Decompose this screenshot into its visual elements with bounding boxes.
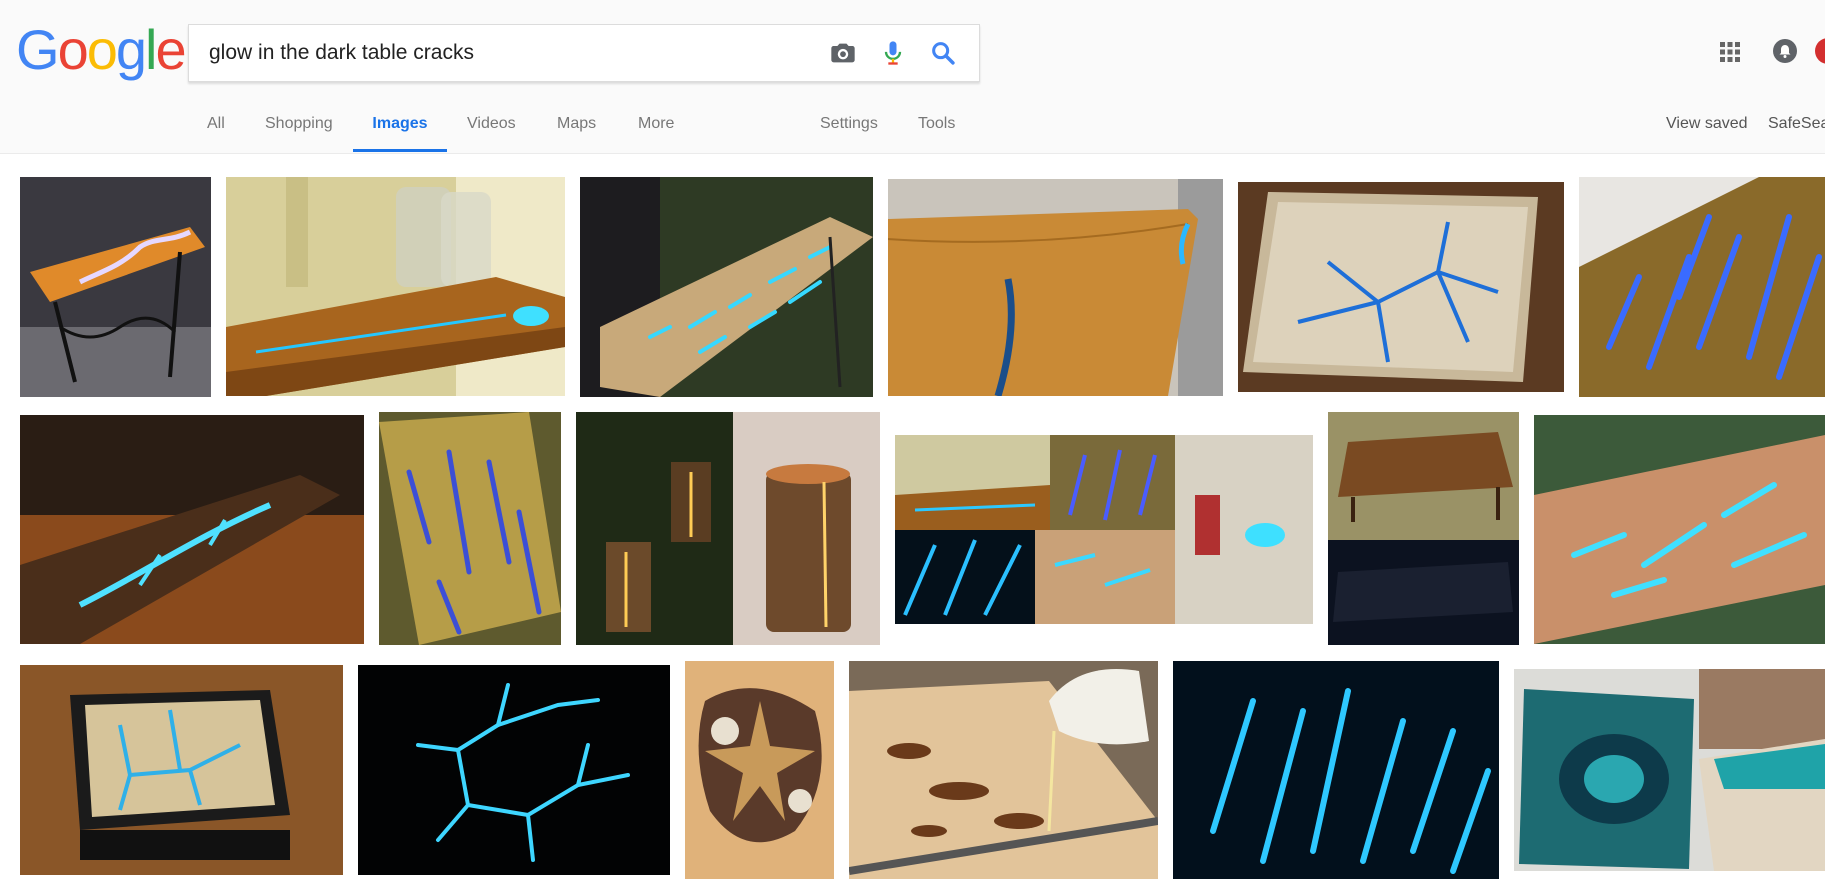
tab-images[interactable]: Images — [353, 112, 447, 152]
camera-icon[interactable] — [829, 39, 857, 67]
tab-maps[interactable]: Maps — [557, 112, 596, 152]
image-result[interactable] — [849, 661, 1158, 879]
image-result[interactable] — [888, 179, 1223, 396]
image-result[interactable] — [20, 177, 211, 397]
tab-shopping[interactable]: Shopping — [265, 112, 333, 152]
image-result[interactable] — [358, 665, 670, 875]
tab-all[interactable]: All — [207, 112, 225, 152]
image-result[interactable] — [379, 412, 561, 645]
image-result[interactable] — [20, 415, 364, 644]
bell-icon[interactable] — [1772, 38, 1798, 64]
logo-letter: o — [86, 18, 118, 81]
tab-videos[interactable]: Videos — [467, 112, 516, 152]
header-bar: Google All Shopping Images Videos Maps M… — [0, 0, 1825, 154]
logo-letter: g — [115, 18, 147, 81]
tab-tools[interactable]: Tools — [918, 112, 955, 152]
search-tabs: All Shopping Images Videos Maps More Set… — [0, 112, 1825, 152]
logo-letter: e — [155, 18, 186, 81]
image-result[interactable] — [1534, 415, 1825, 644]
image-result[interactable] — [20, 665, 343, 875]
view-saved-link[interactable]: View saved — [1666, 112, 1748, 152]
logo-letter: l — [145, 18, 158, 81]
search-box — [188, 24, 980, 82]
image-result[interactable] — [226, 177, 565, 396]
image-result[interactable] — [1238, 182, 1564, 392]
safesearch-link[interactable]: SafeSea — [1768, 112, 1825, 152]
apps-grid-icon[interactable] — [1718, 40, 1742, 64]
tab-more[interactable]: More — [638, 112, 674, 152]
image-result[interactable] — [580, 177, 873, 397]
image-result[interactable] — [895, 435, 1313, 624]
image-result[interactable] — [1579, 177, 1825, 397]
avatar[interactable] — [1815, 38, 1825, 64]
google-logo[interactable]: Google — [16, 22, 187, 78]
search-icon[interactable] — [929, 39, 957, 67]
logo-letter: o — [57, 18, 89, 81]
search-input[interactable] — [207, 37, 811, 69]
image-result[interactable] — [1173, 661, 1499, 879]
tab-images-label: Images — [372, 115, 428, 132]
tab-settings[interactable]: Settings — [820, 112, 878, 152]
microphone-icon[interactable] — [879, 39, 907, 67]
image-result[interactable] — [1514, 669, 1825, 871]
image-result[interactable] — [685, 661, 834, 879]
logo-letter: G — [16, 18, 60, 81]
image-result[interactable] — [576, 412, 880, 645]
image-result[interactable] — [1328, 412, 1519, 645]
